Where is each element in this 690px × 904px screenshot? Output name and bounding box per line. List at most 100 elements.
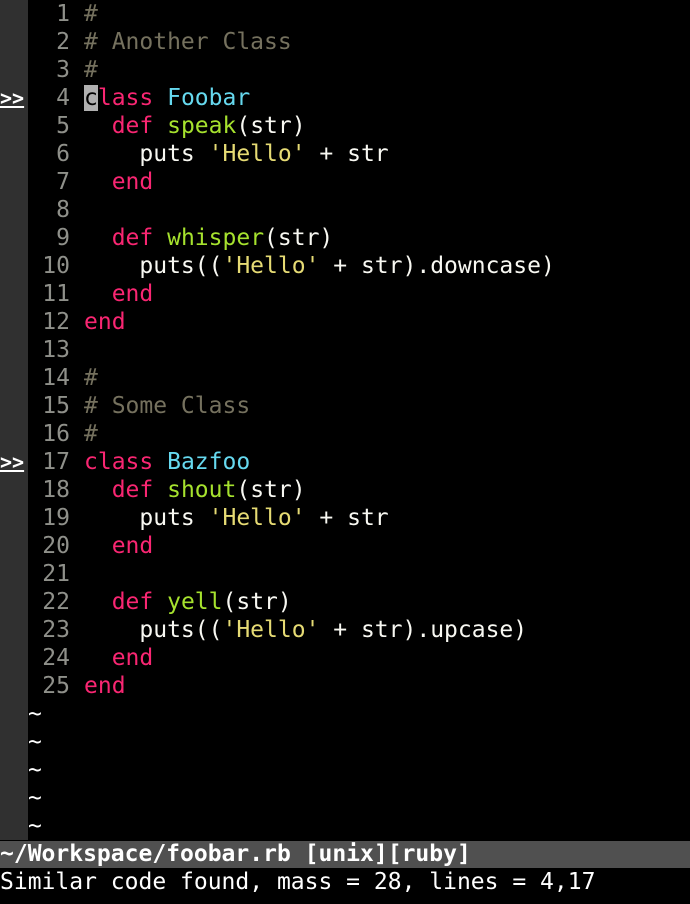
- code-token-plain: + str).downcase): [319, 253, 555, 279]
- code-token-method: yell: [167, 589, 223, 615]
- code-line[interactable]: 6 puts 'Hello' + str: [0, 140, 690, 168]
- code-token-string: 'Hello': [222, 253, 320, 279]
- line-number: 19: [42, 505, 70, 531]
- code-text: end: [84, 168, 154, 196]
- code-line[interactable]: 13: [0, 336, 690, 364]
- code-token-plain: puts((: [84, 617, 223, 643]
- code-text: # Another Class: [84, 28, 292, 56]
- code-token-plain: puts((: [84, 253, 223, 279]
- sign-column: [0, 644, 28, 672]
- code-token-keyword: end: [84, 309, 126, 335]
- code-token-method: shout: [167, 477, 237, 503]
- sign-column: [0, 280, 28, 308]
- sign-column: [0, 700, 28, 728]
- code-text: puts(('Hello' + str).downcase): [84, 252, 555, 280]
- line-number: 18: [42, 477, 70, 503]
- empty-buffer-row: ~: [0, 812, 690, 840]
- empty-buffer-row: ~: [0, 784, 690, 812]
- code-line[interactable]: 24 end: [0, 644, 690, 672]
- code-token-keyword: def: [111, 225, 154, 251]
- code-text: class Bazfoo: [84, 448, 250, 476]
- line-number: 16: [42, 421, 70, 447]
- code-text: class Foobar: [84, 84, 250, 112]
- code-token-keyword: lass: [97, 85, 154, 111]
- line-number: 24: [42, 645, 70, 671]
- code-token-keyword: def: [111, 113, 154, 139]
- code-line[interactable]: 11 end: [0, 280, 690, 308]
- sign-column: [0, 616, 28, 644]
- code-token-string: 'Hello': [208, 505, 306, 531]
- editor-buffer[interactable]: 1 #2 # Another Class 3 # >> 4 class Foobar 5 def…: [0, 0, 690, 840]
- code-line[interactable]: 1 #: [0, 0, 690, 28]
- line-number: 21: [42, 561, 70, 587]
- sign-column: [0, 672, 28, 700]
- code-line[interactable]: >> 4 class Foobar: [0, 84, 690, 112]
- code-line[interactable]: 23 puts(('Hello' + str).upcase): [0, 616, 690, 644]
- line-number: 23: [42, 617, 70, 643]
- line-number: 8: [56, 197, 70, 223]
- line-number: 12: [42, 309, 70, 335]
- code-line[interactable]: 18 def shout(str): [0, 476, 690, 504]
- code-line[interactable]: 14 #: [0, 364, 690, 392]
- code-line[interactable]: 8: [0, 196, 690, 224]
- code-line[interactable]: 25 end: [0, 672, 690, 700]
- code-token-comment: #: [84, 57, 98, 83]
- code-line[interactable]: >> 17 class Bazfoo: [0, 448, 690, 476]
- line-number: 4: [56, 85, 70, 111]
- code-text: end: [84, 532, 154, 560]
- sign-column: [0, 28, 28, 56]
- code-line[interactable]: 16 #: [0, 420, 690, 448]
- code-line[interactable]: 20 end: [0, 532, 690, 560]
- sign-column: [0, 532, 28, 560]
- code-line[interactable]: 3 #: [0, 56, 690, 84]
- code-text: #: [84, 364, 98, 392]
- sign-column: [0, 392, 28, 420]
- code-line[interactable]: 9 def whisper(str): [0, 224, 690, 252]
- line-number: 17: [42, 449, 70, 475]
- code-line[interactable]: 21: [0, 560, 690, 588]
- code-token-keyword: end: [111, 169, 154, 195]
- code-token-classname: Foobar: [167, 85, 251, 111]
- code-text: #: [84, 56, 98, 84]
- end-of-buffer-tilde: ~: [28, 785, 42, 811]
- sign-column: [0, 224, 28, 252]
- code-text: end: [84, 280, 154, 308]
- code-token-plain: + str).upcase): [319, 617, 528, 643]
- line-number: 3: [56, 57, 70, 83]
- sign-column: [0, 784, 28, 812]
- code-token-keyword: def: [111, 477, 154, 503]
- code-line[interactable]: 12 end: [0, 308, 690, 336]
- empty-buffer-row: ~: [0, 728, 690, 756]
- code-line[interactable]: 7 end: [0, 168, 690, 196]
- end-of-buffer-tilde: ~: [28, 813, 42, 839]
- code-text: puts(('Hello' + str).upcase): [84, 616, 527, 644]
- code-token-method: whisper: [167, 225, 265, 251]
- code-line[interactable]: 5 def speak(str): [0, 112, 690, 140]
- similar-code-sign-marker: >>: [0, 448, 28, 476]
- code-token-plain: (str): [236, 477, 306, 503]
- code-token-plain: (str): [236, 113, 306, 139]
- code-token-comment: #: [84, 1, 98, 27]
- code-line[interactable]: 15 # Some Class: [0, 392, 690, 420]
- code-token-plain: puts: [84, 141, 209, 167]
- sign-column: [0, 588, 28, 616]
- code-text: #: [84, 420, 98, 448]
- code-token-string: 'Hello': [222, 617, 320, 643]
- code-line[interactable]: 2 # Another Class: [0, 28, 690, 56]
- code-line[interactable]: 22 def yell(str): [0, 588, 690, 616]
- line-number: 11: [42, 281, 70, 307]
- line-number: 15: [42, 393, 70, 419]
- code-line[interactable]: 19 puts 'Hello' + str: [0, 504, 690, 532]
- sign-column: [0, 476, 28, 504]
- code-line[interactable]: 10 puts(('Hello' + str).downcase): [0, 252, 690, 280]
- code-text: #: [84, 0, 98, 28]
- code-token-comment: #: [84, 365, 98, 391]
- sign-column: [0, 112, 28, 140]
